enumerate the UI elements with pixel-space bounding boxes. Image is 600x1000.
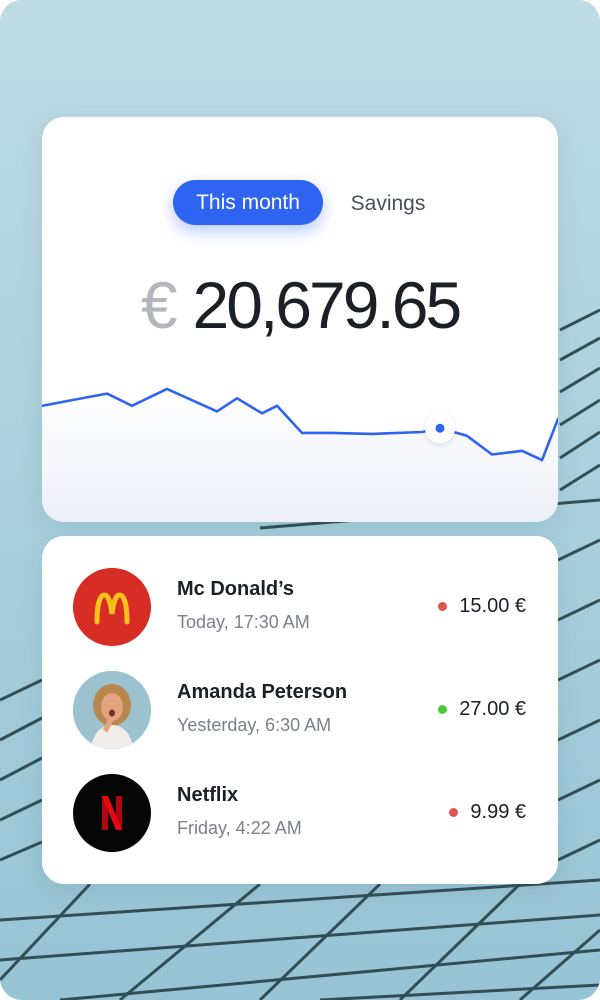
- transaction-amount-group: 15.00 €: [438, 595, 526, 618]
- person-avatar: [73, 671, 151, 749]
- transaction-time: Friday, 4:22 AM: [177, 818, 302, 838]
- tab-savings[interactable]: Savings: [336, 180, 440, 225]
- transaction-time: Today, 17:30 AM: [177, 612, 310, 632]
- transaction-amount-group: 9.99 €: [449, 801, 526, 824]
- transaction-amount: 27.00 €: [459, 698, 526, 720]
- transaction-name: Mc Donald’s: [177, 578, 295, 600]
- transaction-amount: 15.00 €: [459, 595, 526, 617]
- status-dot-positive: [438, 705, 448, 714]
- balance-card: This month Savings €20,679.65: [42, 117, 558, 522]
- status-dot-negative: [438, 602, 448, 611]
- chart-highlight-dot: [435, 423, 445, 433]
- transactions-card: Mc Donald’s Today, 17:30 AM 15.00 € Aman…: [42, 536, 558, 884]
- transaction-row[interactable]: Amanda Peterson Yesterday, 6:30 AM 27.00…: [42, 671, 558, 761]
- balance-chart: [42, 387, 558, 522]
- transaction-name: Netflix: [177, 784, 239, 806]
- chart-area-fill: [42, 388, 558, 522]
- balance-amount: 20,679.65: [192, 268, 463, 342]
- transaction-row[interactable]: Mc Donald’s Today, 17:30 AM 15.00 €: [42, 568, 558, 658]
- transaction-name: Amanda Peterson: [177, 681, 348, 703]
- app-frame: This month Savings €20,679.65 Mc Donald’…: [0, 0, 600, 1000]
- balance-row: €20,679.65: [42, 267, 558, 343]
- status-dot-negative: [449, 808, 459, 817]
- netflix-logo-icon: [73, 774, 151, 852]
- transaction-time: Yesterday, 6:30 AM: [177, 715, 332, 735]
- mcdonalds-logo-icon: [73, 568, 151, 646]
- transaction-amount: 9.99 €: [470, 801, 526, 823]
- transaction-amount-group: 27.00 €: [438, 698, 526, 721]
- tab-this-month[interactable]: This month: [173, 180, 323, 225]
- transaction-row[interactable]: Netflix Friday, 4:22 AM 9.99 €: [42, 774, 558, 864]
- currency-symbol: €: [140, 268, 178, 342]
- period-tabs: This month Savings: [42, 180, 558, 226]
